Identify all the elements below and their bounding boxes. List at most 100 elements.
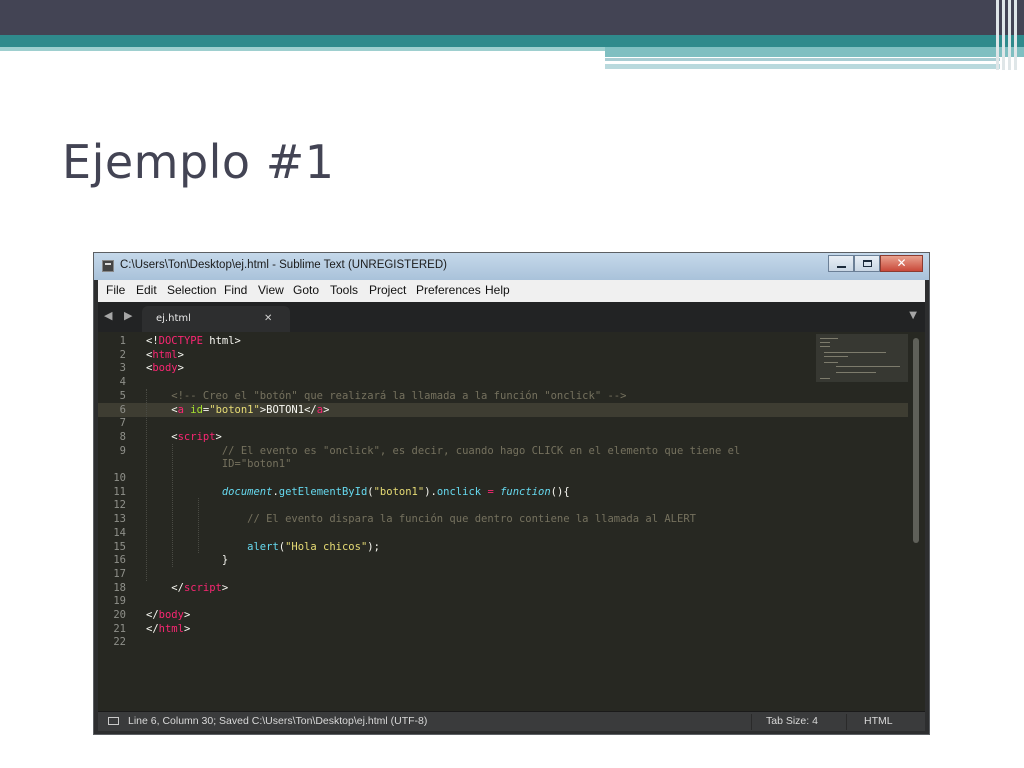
status-syntax[interactable]: HTML (864, 715, 893, 727)
menu-tools[interactable]: Tools (330, 283, 358, 297)
status-divider (846, 714, 847, 730)
code-line[interactable]: 1 <!DOCTYPE html> (98, 334, 908, 348)
slide-accent-line-right (605, 47, 1024, 57)
code-token: < (146, 430, 178, 443)
code-token: "Hola chicos" (285, 540, 368, 553)
maximize-button[interactable] (854, 255, 880, 272)
code-token: "boton1" (209, 403, 260, 416)
window-titlebar[interactable]: C:\Users\Ton\Desktop\ej.html - Sublime T… (94, 253, 929, 280)
maximize-icon (863, 260, 872, 267)
code-line[interactable]: 15 alert("Hola chicos"); (98, 540, 908, 554)
menu-selection[interactable]: Selection (167, 283, 216, 297)
window-title: C:\Users\Ton\Desktop\ej.html - Sublime T… (120, 259, 447, 271)
code-line[interactable]: 4 (98, 375, 908, 389)
line-number: 9 (119, 444, 126, 457)
code-line[interactable]: 7 (98, 416, 908, 430)
code-token: ). (424, 485, 437, 498)
indent-guide (172, 443, 173, 567)
code-editor[interactable]: 1 <!DOCTYPE html> 2 <html> 3 <body> 4 5 <!-- Cr… (98, 332, 925, 711)
code-text: document.getElementById("boton1").onclic… (146, 485, 570, 499)
code-token: ID="boton1" (146, 458, 292, 471)
line-number: 11 (113, 485, 126, 498)
line-number: 2 (119, 348, 126, 361)
tab-bar: ◀ ▶ ej.html ✕ ▼ (98, 302, 925, 332)
menu-edit[interactable]: Edit (136, 283, 157, 297)
code-token: < (146, 403, 178, 416)
menu-file[interactable]: File (106, 283, 125, 297)
window-controls: ✕ (828, 255, 923, 274)
code-line[interactable]: 20 </body> (98, 608, 908, 622)
vertical-scrollbar[interactable] (913, 338, 919, 543)
code-line[interactable]: 10 (98, 471, 908, 485)
code-token: function (500, 485, 551, 498)
code-token: document (221, 485, 273, 498)
menu-goto[interactable]: Goto (293, 283, 319, 297)
slide-title: Ejemplo #1 (62, 135, 335, 189)
code-token: > (221, 581, 229, 594)
code-token: > (177, 362, 184, 375)
tab-dropdown-icon[interactable]: ▼ (909, 310, 917, 321)
code-line[interactable]: 18 </script> (98, 581, 908, 595)
code-token: html (152, 348, 178, 361)
code-token: > (323, 403, 330, 416)
slide-teal-band (0, 35, 1024, 47)
menu-project[interactable]: Project (369, 283, 406, 297)
code-token: script (177, 430, 216, 443)
code-line[interactable]: 2 <html> (98, 348, 908, 362)
code-token: (){ (550, 485, 570, 498)
line-number: 21 (113, 622, 126, 635)
status-position: Line 6, Column 30; Saved C:\Users\Ton\De… (128, 715, 428, 727)
code-token: alert (247, 540, 279, 553)
code-text: ID="boton1" (146, 457, 292, 471)
slide-corner-bars (992, 0, 1024, 70)
code-line[interactable]: 3 <body> (98, 361, 908, 375)
code-line[interactable]: 13 // El evento dispara la función que d… (98, 512, 908, 526)
code-token: ); (367, 540, 380, 553)
code-token: </ (146, 581, 184, 594)
tab-label: ej.html (156, 313, 191, 324)
menu-view[interactable]: View (258, 283, 284, 297)
code-line[interactable]: 11 document.getElementById("boton1").onc… (98, 485, 908, 499)
code-line[interactable]: 6 <a id="boton1">BOTON1</a> (98, 402, 908, 417)
code-text: <a id="boton1">BOTON1</a> (146, 403, 329, 417)
code-line[interactable]: 16 } (98, 553, 908, 567)
code-line[interactable]: 5 <!-- Creo el "botón" que realizará la … (98, 389, 908, 403)
status-bar: Line 6, Column 30; Saved C:\Users\Ton\De… (98, 711, 925, 731)
code-line[interactable]: 22 (98, 635, 908, 649)
sublime-window: C:\Users\Ton\Desktop\ej.html - Sublime T… (93, 252, 930, 735)
status-tab-size[interactable]: Tab Size: 4 (766, 715, 818, 727)
panel-toggle-icon[interactable] (108, 717, 119, 725)
code-line[interactable]: 8 <script> (98, 430, 908, 444)
code-line[interactable]: 12 (98, 498, 908, 512)
menu-preferences[interactable]: Preferences (416, 283, 481, 297)
minimize-button[interactable] (828, 255, 854, 272)
slide-thin-line (605, 58, 1000, 61)
code-text: // El evento es "onclick", es decir, cua… (146, 444, 740, 458)
code-text: <!-- Creo el "botón" que realizará la ll… (146, 389, 626, 403)
close-button[interactable]: ✕ (880, 255, 923, 272)
tab-nav-arrows-icon[interactable]: ◀ ▶ (104, 309, 136, 322)
code-line[interactable]: 19 (98, 594, 908, 608)
code-text: <body> (146, 361, 184, 375)
code-line[interactable]: 14 (98, 526, 908, 540)
code-line[interactable]: ID="boton1" (98, 457, 908, 471)
code-line[interactable]: 17 (98, 567, 908, 581)
tab-ej-html[interactable]: ej.html ✕ (142, 306, 290, 332)
line-number: 10 (113, 472, 126, 484)
code-text: <html> (146, 348, 184, 362)
code-line[interactable]: 9 // El evento es "onclick", es decir, c… (98, 444, 908, 458)
line-number: 12 (113, 499, 126, 512)
code-token: <!-- Creo el "botón" que realizará la ll… (146, 389, 627, 402)
menu-find[interactable]: Find (224, 283, 247, 297)
code-token: > (183, 622, 191, 635)
code-line[interactable]: 21 </html> (98, 622, 908, 636)
line-number: 18 (113, 581, 126, 594)
indent-guide (146, 388, 147, 581)
slide-accent-line (0, 47, 605, 51)
tab-close-icon[interactable]: ✕ (264, 313, 272, 324)
menu-help[interactable]: Help (485, 283, 510, 297)
minimap[interactable] (816, 334, 908, 382)
line-number: 17 (113, 567, 126, 580)
line-number: 13 (113, 513, 126, 526)
